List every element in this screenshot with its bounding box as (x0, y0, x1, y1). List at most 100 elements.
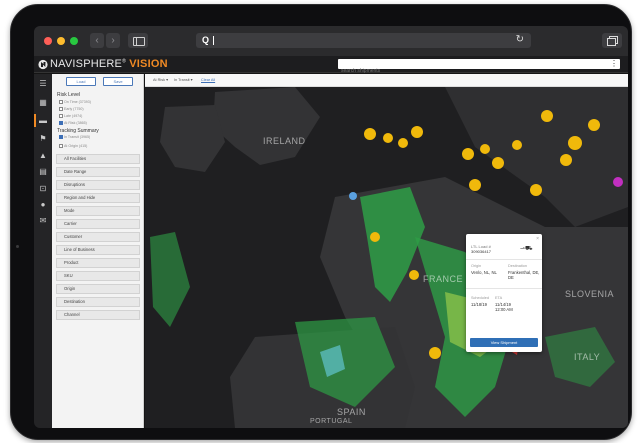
risk-option-on-time[interactable]: On Time (37393) (59, 100, 91, 105)
destination-label: Destination (508, 264, 527, 268)
mail-icon[interactable]: ✉ (38, 216, 48, 225)
maximize-window-dot[interactable] (70, 37, 78, 45)
facet-line-of-business[interactable]: Line of Business (56, 245, 140, 255)
filter-panel: Load Save Risk Level On Time (37393) Ear… (52, 74, 144, 428)
shipment-marker[interactable] (398, 138, 408, 148)
shipment-popup: × LTL Load # 309036417 ⇀⛟ Origin Venlo, … (466, 234, 542, 352)
forward-button[interactable]: › (106, 33, 120, 48)
minimize-window-dot[interactable] (57, 37, 65, 45)
shipment-marker[interactable] (429, 347, 441, 359)
tracking-option-in-transit[interactable]: In Transit (3965) (59, 135, 90, 140)
map-label-italy: ITALY (574, 352, 601, 362)
close-window-dot[interactable] (44, 37, 52, 45)
shipments-icon[interactable]: ▬ (34, 114, 48, 127)
map-label-spain: SPAIN (337, 407, 366, 417)
navisphere-logo-icon (38, 59, 48, 70)
shipment-marker[interactable] (492, 157, 504, 169)
risk-option-early[interactable]: Early (7750) (59, 107, 84, 112)
brand-title: NAVISPHERE® VISION (50, 58, 168, 70)
close-icon[interactable]: × (536, 236, 539, 242)
text-caret (213, 36, 214, 45)
camera (16, 245, 19, 248)
shipment-marker[interactable] (480, 144, 490, 154)
clipboard-icon[interactable]: ▤ (38, 167, 48, 176)
map-label-france: FRANCE (423, 274, 464, 284)
app-header: NAVISPHERE® VISION ⋮ (34, 56, 628, 76)
checkbox-checked[interactable] (59, 121, 63, 126)
tracking-summary-title: Tracking Summary (57, 128, 99, 134)
risk-level-title: Risk Level (57, 92, 81, 98)
shipment-marker[interactable] (541, 110, 553, 122)
scheduled-label: Scheduled (471, 296, 489, 300)
save-button[interactable]: Save (103, 77, 133, 86)
facet-date-range[interactable]: Date Range (56, 167, 140, 177)
eta-value: 11/14/19 12:00 AM (495, 302, 513, 312)
divider (466, 259, 542, 260)
shipment-marker[interactable] (364, 128, 376, 140)
disruption-marker[interactable] (613, 177, 623, 187)
address-bar[interactable]: Q ↻ (196, 33, 531, 48)
tabs-overview-button[interactable] (602, 33, 622, 48)
dashboard-icon[interactable]: ▦ (38, 98, 48, 107)
reload-icon[interactable]: ↻ (516, 34, 524, 45)
facet-disruptions[interactable]: Disruptions (56, 180, 140, 190)
shipment-marker[interactable] (383, 133, 393, 143)
active-filters-bar: At Risk ▾ In Transit ▾ Clear All (145, 74, 628, 87)
back-button[interactable]: ‹ (90, 33, 104, 48)
brand-accent: VISION (129, 58, 168, 70)
checkbox[interactable] (59, 114, 63, 119)
facet-product[interactable]: Product (56, 258, 140, 268)
map-area[interactable]: At Risk ▾ In Transit ▾ Clear All IRELAND… (145, 74, 628, 428)
shipment-marker[interactable] (411, 126, 423, 138)
destination-value: Frankenthal, DE, DE (508, 270, 540, 280)
icon-rail: ☰ ▦ ▬ ⚑ ▲ ▤ ⊡ ● ✉ (34, 74, 52, 428)
flag-icon[interactable]: ⚑ (38, 134, 48, 143)
search-icon: Q (202, 35, 210, 45)
user-icon[interactable]: ● (38, 200, 48, 209)
clear-all-link[interactable]: Clear All (201, 76, 215, 84)
facet-mode[interactable]: Mode (56, 206, 140, 216)
shipment-marker[interactable] (588, 119, 600, 131)
facility-marker[interactable] (349, 192, 357, 200)
tablet-frame: ‹ › Q ↻ NAVISPHERE® VISION ⋮ (10, 4, 632, 440)
alert-icon[interactable]: ▲ (38, 151, 48, 160)
brand-main: NAVISPHERE (50, 58, 123, 70)
facet-destination[interactable]: Destination (56, 297, 140, 307)
filter-chip-at-risk[interactable]: At Risk ▾ (153, 76, 168, 84)
checkbox[interactable] (59, 144, 63, 149)
sidebar-toggle-button[interactable] (128, 33, 148, 48)
shipment-marker[interactable] (568, 136, 582, 150)
checkbox[interactable] (59, 107, 63, 112)
facet-sku[interactable]: SKU (56, 271, 140, 281)
divider (466, 288, 542, 289)
shipment-marker[interactable] (370, 232, 380, 242)
shipment-marker[interactable] (560, 154, 572, 166)
shipment-marker[interactable] (409, 270, 419, 280)
brand-reg: ® (122, 58, 126, 65)
load-button[interactable]: Load (66, 77, 96, 86)
search-shipments-box[interactable]: ⋮ (338, 59, 620, 76)
facet-channel[interactable]: Channel (56, 310, 140, 320)
weather-map[interactable] (145, 87, 628, 428)
tracking-option-at-origin[interactable]: At Origin (415) (59, 144, 87, 149)
checkbox[interactable] (59, 100, 63, 105)
view-shipment-button[interactable]: View Shipment (470, 338, 538, 347)
risk-option-at-risk[interactable]: At Risk (3865) (59, 121, 87, 126)
facet-origin[interactable]: Origin (56, 284, 140, 294)
kebab-menu-icon[interactable]: ⋮ (610, 59, 618, 69)
shipment-marker[interactable] (462, 148, 474, 160)
facet-all-facilities[interactable]: All Facilities (56, 154, 140, 164)
facet-region-and-hide[interactable]: Region and Hide (56, 193, 140, 203)
risk-option-late[interactable]: Late (4974) (59, 114, 82, 119)
checkbox-checked[interactable] (59, 135, 63, 140)
shipment-marker[interactable] (530, 184, 542, 196)
screen: ‹ › Q ↻ NAVISPHERE® VISION ⋮ (34, 26, 628, 428)
shipment-marker[interactable] (512, 140, 522, 150)
cart-icon[interactable]: ⊡ (38, 184, 48, 193)
shipment-marker-selected[interactable] (469, 179, 481, 191)
filter-chip-in-transit[interactable]: In Transit ▾ (174, 76, 193, 84)
menu-icon[interactable]: ☰ (38, 79, 48, 88)
browser-toolbar: ‹ › Q ↻ (34, 26, 628, 56)
facet-customer[interactable]: Customer (56, 232, 140, 242)
facet-carrier[interactable]: Carrier (56, 219, 140, 229)
